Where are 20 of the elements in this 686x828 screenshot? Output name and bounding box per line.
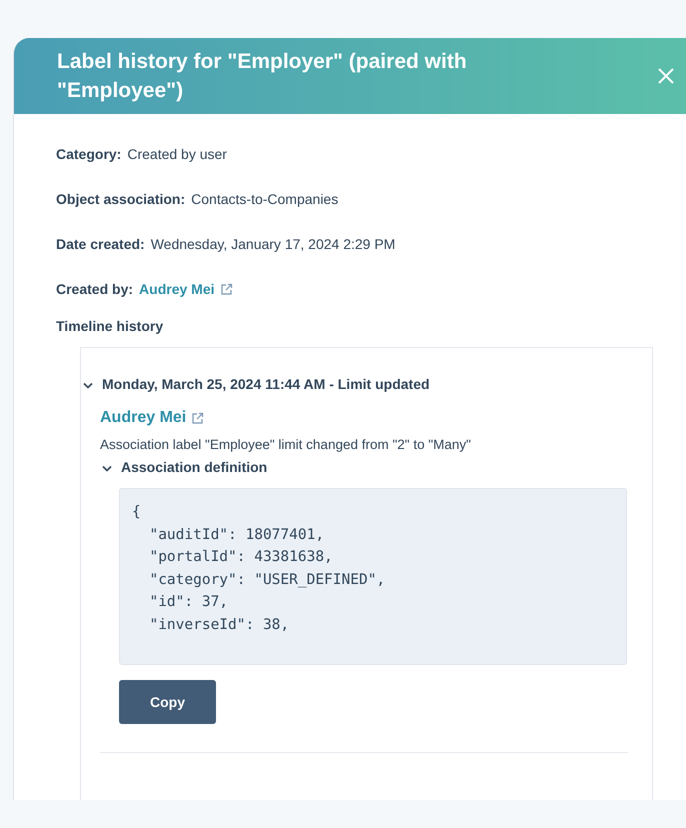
user-link[interactable]: Audrey Mei (139, 279, 232, 299)
detail-label: Date created: (56, 235, 145, 254)
chevron-icon[interactable] (102, 465, 112, 472)
external-link-icon (220, 282, 232, 296)
detail-label: Category: (56, 145, 122, 164)
entry-description: Association label "Employee" limit changed from "2" to "Many" (100, 437, 472, 452)
detail-value: Contacts-to-Companies (191, 190, 338, 209)
code-block: { "auditId": 18077401, "portalId": 43381638, "category": "USER_DEFINED", "id": 37, "inverseId": 38, (119, 488, 627, 665)
definition-title[interactable]: Association definition (121, 459, 268, 475)
dialog-title: Label history for "Employer" (paired with "Employee") (57, 49, 468, 104)
detail-label: Object association: (56, 190, 186, 209)
detail-value: Wednesday, January 17, 2024 2:29 PM (150, 235, 396, 254)
detail-label: Created by: (56, 280, 134, 299)
user-link[interactable]: Audrey Mei (100, 409, 204, 427)
detail-value: Created by user (127, 145, 227, 164)
copy-button[interactable]: Copy (119, 680, 216, 724)
section-heading: Timeline history (56, 318, 164, 334)
external-link-icon (191, 412, 204, 424)
chevron-icon[interactable] (83, 382, 93, 389)
entry-title[interactable]: Monday, March 25, 2024 11:44 AM - Limit updated (102, 376, 430, 392)
